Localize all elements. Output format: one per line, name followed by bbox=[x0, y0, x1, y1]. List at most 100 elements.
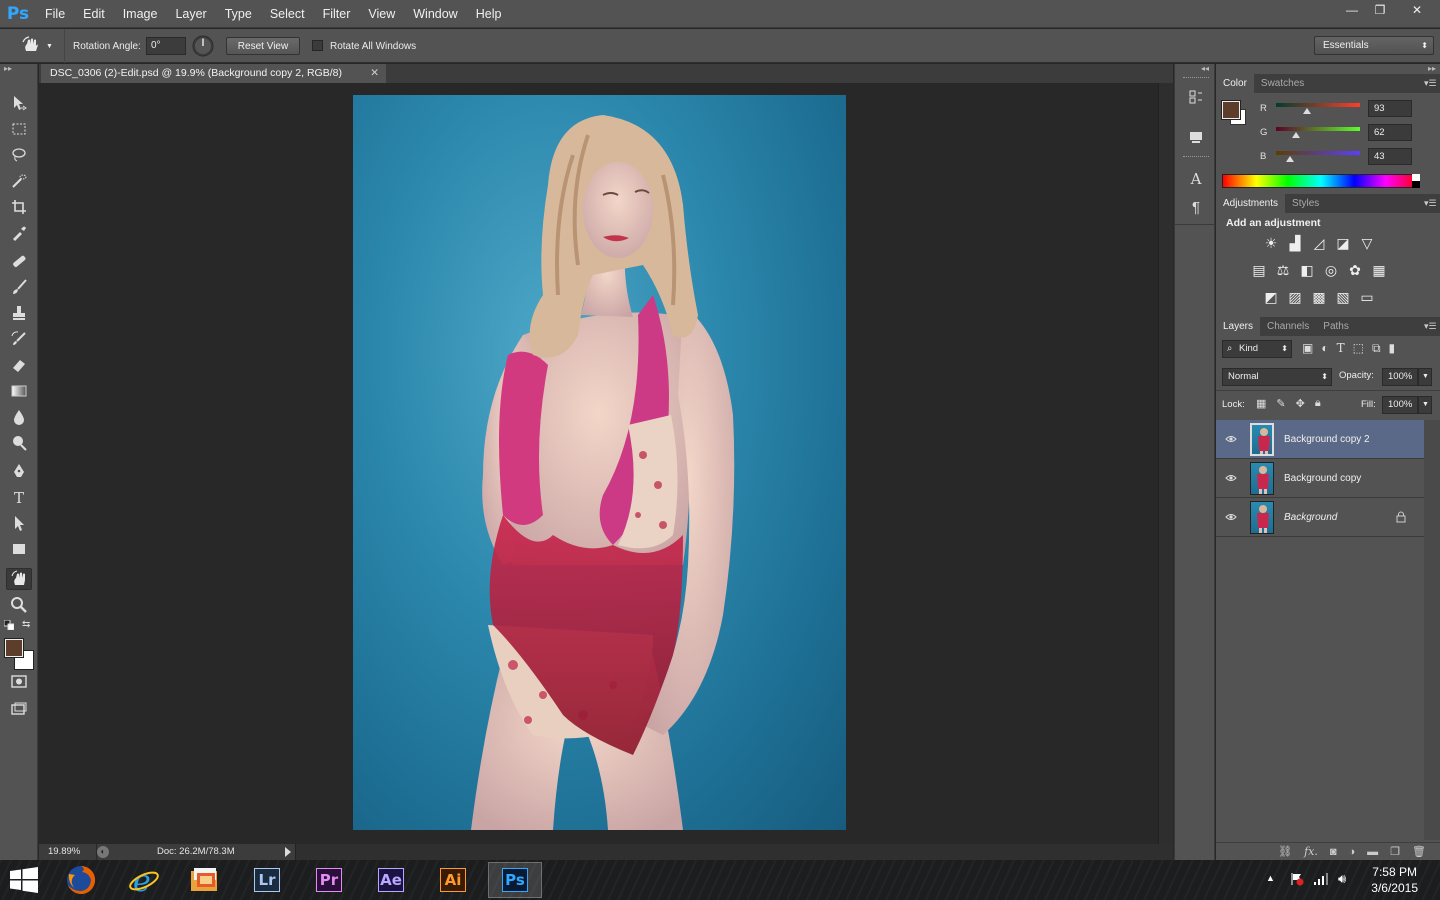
foreground-color-swatch[interactable] bbox=[4, 638, 24, 658]
panel-menu-icon[interactable]: ▾☰ bbox=[1424, 321, 1437, 331]
zoom-level[interactable]: 19.89% bbox=[39, 844, 97, 860]
filter-pixel-icon[interactable]: ▣ bbox=[1302, 341, 1313, 356]
green-slider-track[interactable] bbox=[1276, 127, 1360, 131]
collapse-arrows-icon[interactable]: ▸▸ bbox=[1428, 64, 1436, 73]
fill-dropdown-arrow[interactable]: ▼ bbox=[1418, 396, 1432, 414]
type-tool[interactable]: T bbox=[6, 486, 32, 508]
invert-icon[interactable]: ◩ bbox=[1262, 289, 1280, 305]
swap-colors-icon[interactable]: ⇆ bbox=[22, 619, 34, 631]
rotate-view-tool[interactable] bbox=[6, 568, 32, 590]
properties-panel-icon[interactable] bbox=[1185, 126, 1207, 148]
paragraph-panel-icon[interactable]: ¶ bbox=[1185, 196, 1207, 218]
marquee-tool[interactable] bbox=[6, 118, 32, 140]
eyedropper-tool[interactable] bbox=[6, 222, 32, 244]
red-value-input[interactable]: 93 bbox=[1368, 100, 1412, 117]
add-mask-icon[interactable]: ◙ bbox=[1330, 846, 1337, 858]
rotation-dial[interactable] bbox=[192, 29, 214, 63]
eye-icon[interactable] bbox=[1225, 433, 1237, 445]
selective-color-icon[interactable]: ▭ bbox=[1358, 289, 1376, 305]
color-fg-swatch[interactable] bbox=[1221, 100, 1241, 120]
new-layer-icon[interactable]: ❐ bbox=[1390, 845, 1400, 858]
eye-icon[interactable] bbox=[1225, 472, 1237, 484]
minimize-button[interactable]: — bbox=[1338, 0, 1366, 20]
threshold-icon[interactable]: ▩ bbox=[1310, 289, 1328, 305]
green-value-input[interactable]: 62 bbox=[1368, 124, 1412, 141]
panel-menu-icon[interactable]: ▾☰ bbox=[1424, 198, 1437, 208]
blur-tool[interactable] bbox=[6, 406, 32, 428]
tab-color[interactable]: Color bbox=[1216, 74, 1254, 93]
restore-button[interactable]: ❐ bbox=[1366, 0, 1394, 20]
panel-menu-icon[interactable]: ▾☰ bbox=[1424, 78, 1437, 88]
filter-type-icon[interactable]: T bbox=[1337, 341, 1345, 356]
character-panel-icon[interactable]: A bbox=[1185, 168, 1207, 190]
black-white-ramp[interactable] bbox=[1412, 174, 1420, 188]
layers-scrollbar[interactable] bbox=[1424, 420, 1440, 840]
opacity-input[interactable]: 100% bbox=[1382, 368, 1418, 386]
color-spectrum-ramp[interactable] bbox=[1222, 174, 1420, 188]
blend-mode-select[interactable]: Normal ⬍ bbox=[1222, 368, 1332, 386]
blue-slider-track[interactable] bbox=[1276, 151, 1360, 155]
tab-channels[interactable]: Channels bbox=[1260, 317, 1316, 336]
posterize-icon[interactable]: ▨ bbox=[1286, 289, 1304, 305]
rotation-angle-input[interactable]: 0° bbox=[146, 37, 186, 55]
lasso-tool[interactable] bbox=[6, 144, 32, 166]
gradient-tool[interactable] bbox=[6, 380, 32, 402]
new-group-icon[interactable]: ▬ bbox=[1367, 846, 1378, 858]
vertical-scrollbar[interactable] bbox=[1158, 83, 1173, 844]
collapse-arrows-icon[interactable]: ▸▸ bbox=[4, 64, 12, 73]
volume-icon[interactable]: 🔊︎ bbox=[1338, 871, 1354, 887]
brush-tool[interactable] bbox=[6, 276, 32, 298]
show-hidden-icons-chevron-icon[interactable]: ▲ bbox=[1266, 873, 1275, 883]
layer-filter-kind-select[interactable]: ⌕ Kind ⬍ bbox=[1222, 340, 1292, 358]
pen-tool[interactable] bbox=[6, 460, 32, 482]
lock-position-icon[interactable]: ✥ bbox=[1296, 397, 1305, 410]
blue-value-input[interactable]: 43 bbox=[1368, 148, 1412, 165]
opacity-dropdown-arrow[interactable]: ▼ bbox=[1418, 368, 1432, 386]
menu-select[interactable]: Select bbox=[261, 0, 314, 28]
menu-file[interactable]: File bbox=[36, 0, 74, 28]
history-panel-icon[interactable] bbox=[1185, 86, 1207, 108]
photo-filter-icon[interactable]: ◎ bbox=[1322, 262, 1340, 278]
lock-all-icon[interactable]: 🔒︎ bbox=[1315, 397, 1321, 410]
clone-stamp-tool[interactable] bbox=[6, 302, 32, 324]
rotate-view-tool-preset[interactable]: ▼ bbox=[20, 29, 53, 63]
crop-tool[interactable] bbox=[6, 196, 32, 218]
network-signal-icon[interactable] bbox=[1313, 872, 1329, 886]
reset-view-button[interactable]: Reset View bbox=[226, 37, 300, 55]
delete-layer-icon[interactable]: 🗑︎ bbox=[1412, 845, 1426, 858]
tab-paths[interactable]: Paths bbox=[1316, 317, 1356, 336]
tab-layers[interactable]: Layers bbox=[1216, 317, 1261, 336]
rotate-all-windows-checkbox[interactable] bbox=[312, 40, 323, 51]
fill-input[interactable]: 100% bbox=[1382, 396, 1418, 414]
path-selection-tool[interactable] bbox=[6, 512, 32, 534]
menu-view[interactable]: View bbox=[359, 0, 404, 28]
red-slider-thumb[interactable] bbox=[1302, 108, 1311, 114]
system-clock[interactable]: 7:58 PM 3/6/2015 bbox=[1371, 864, 1418, 896]
tab-styles[interactable]: Styles bbox=[1285, 194, 1326, 213]
new-adjustment-layer-icon[interactable]: ◑ bbox=[1349, 846, 1356, 858]
collapse-arrows-icon[interactable]: ◂◂ bbox=[1201, 64, 1209, 73]
status-info-icon[interactable]: ◐ bbox=[97, 846, 109, 858]
hue-saturation-icon[interactable]: ▤ bbox=[1250, 262, 1268, 278]
exposure-icon[interactable]: ◪ bbox=[1334, 235, 1352, 251]
menu-image[interactable]: Image bbox=[114, 0, 167, 28]
eraser-tool[interactable] bbox=[6, 354, 32, 376]
action-center-flag-icon[interactable] bbox=[1290, 872, 1304, 886]
tab-adjustments[interactable]: Adjustments bbox=[1216, 194, 1286, 213]
close-button[interactable]: ✕ bbox=[1394, 0, 1440, 20]
horizontal-scrollbar[interactable] bbox=[295, 844, 1173, 860]
close-document-icon[interactable]: ✕ bbox=[370, 64, 379, 83]
channel-mixer-icon[interactable]: ✿ bbox=[1346, 262, 1364, 278]
workspace-select[interactable]: Essentials ⬍ bbox=[1314, 36, 1434, 55]
gradient-map-icon[interactable]: ▧ bbox=[1334, 289, 1352, 305]
rectangle-tool[interactable] bbox=[6, 538, 32, 560]
layer-row[interactable]: Background bbox=[1216, 498, 1424, 537]
link-layers-icon[interactable]: ⛓ bbox=[1278, 845, 1292, 858]
start-button[interactable] bbox=[10, 867, 38, 896]
menu-edit[interactable]: Edit bbox=[74, 0, 114, 28]
layer-style-icon[interactable]: fx. bbox=[1304, 845, 1318, 858]
default-colors-icon[interactable] bbox=[3, 619, 15, 631]
color-lookup-icon[interactable]: ▦ bbox=[1370, 262, 1388, 278]
taskbar-internet-explorer[interactable]: e bbox=[117, 862, 171, 898]
history-brush-tool[interactable] bbox=[6, 328, 32, 350]
